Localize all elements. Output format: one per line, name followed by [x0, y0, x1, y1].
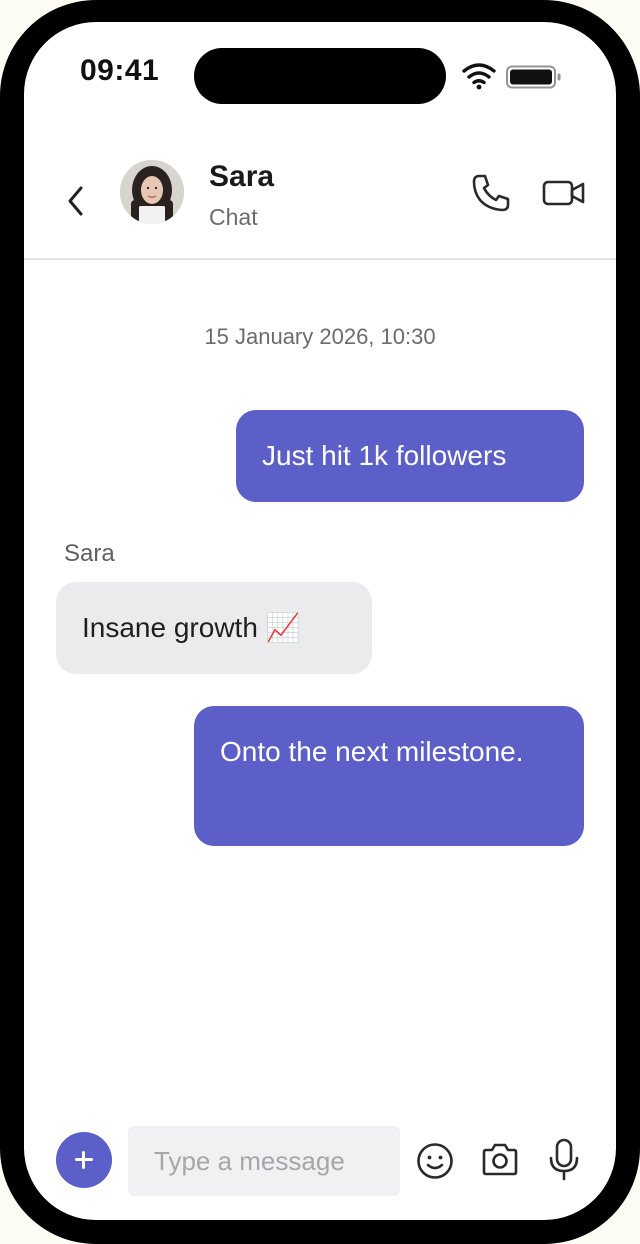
avatar-portrait-image — [120, 160, 184, 224]
outgoing-message-bubble[interactable]: Just hit 1k followers — [236, 410, 584, 502]
incoming-message-bubble[interactable]: Insane growth 📈 — [56, 582, 372, 674]
video-camera-icon[interactable] — [542, 176, 586, 210]
contact-subtitle: Chat — [209, 204, 258, 230]
contact-name[interactable]: Sara — [209, 160, 274, 194]
microphone-icon[interactable] — [548, 1138, 580, 1182]
chat-header: Sara Chat — [24, 132, 616, 260]
date-divider: 15 January 2026, 10:30 — [204, 324, 436, 349]
emoji-icon[interactable] — [416, 1142, 454, 1180]
phone-screen: 09:41 Sara Chat 15 January 2026, 10:30 J… — [24, 22, 616, 1220]
status-time: 09:41 — [80, 54, 160, 87]
dynamic-island — [194, 48, 446, 104]
back-icon[interactable] — [62, 184, 90, 218]
outgoing-message-bubble[interactable]: Onto the next milestone. — [194, 706, 584, 846]
camera-icon[interactable] — [480, 1142, 520, 1178]
add-attachment-button[interactable] — [56, 1132, 112, 1188]
avatar[interactable] — [120, 160, 184, 224]
wifi-icon — [462, 63, 496, 90]
phone-icon[interactable] — [470, 172, 512, 214]
sender-name-label: Sara — [64, 540, 115, 567]
phone-frame: 09:41 Sara Chat 15 January 2026, 10:30 J… — [0, 0, 640, 1244]
message-input[interactable] — [128, 1126, 400, 1196]
battery-icon — [506, 65, 561, 89]
